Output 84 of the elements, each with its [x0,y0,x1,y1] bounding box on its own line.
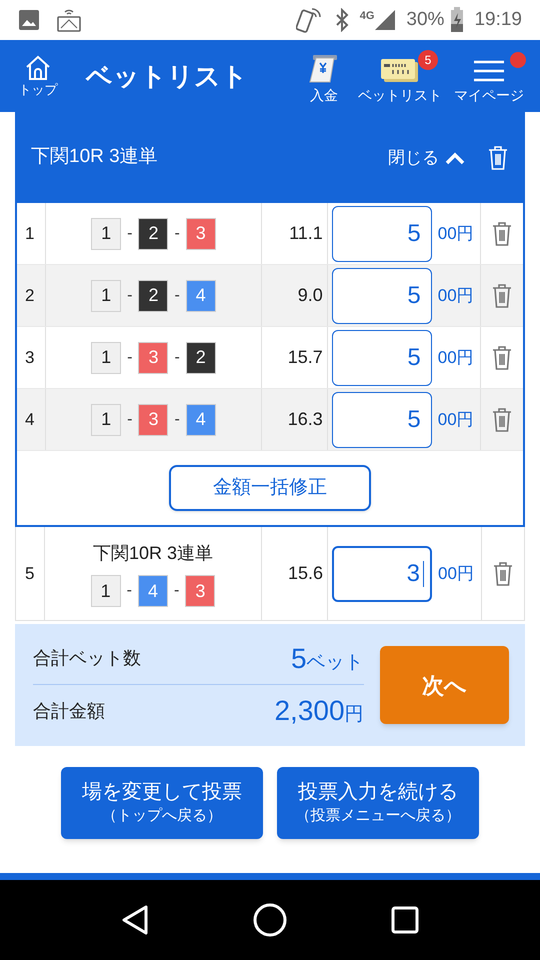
trash-icon[interactable] [491,344,514,370]
dash: - [126,581,132,601]
boat-number: 2 [138,218,168,250]
recent-apps-icon[interactable] [390,906,419,934]
chevron-icon [445,150,465,164]
boat-number: 3 [138,342,168,374]
image-icon [18,9,40,31]
race-title: 下関10R 3連単 [31,145,158,170]
total-amount: 2,300円 [274,694,364,728]
navigation-button[interactable]: 場を変更して投票 （トップへ戻る） [61,767,263,839]
collapse-toggle[interactable]: 閉じる [388,144,465,170]
signal-icon [374,9,396,31]
dash: - [174,581,180,601]
total-amount-label: 合計金額 [33,700,105,722]
boat-number: 1 [91,404,122,436]
dash: - [174,348,180,368]
amount-unit: 00円 [438,562,474,585]
boat-number: 2 [186,342,216,374]
trash-icon[interactable] [492,560,514,586]
dash: - [127,410,132,430]
trash-icon[interactable] [491,406,514,432]
bet-number: 5 [25,562,34,585]
home-button[interactable]: トップ [14,54,62,98]
dash: - [127,348,132,368]
amount-unit: 00円 [438,346,474,369]
trash-icon[interactable] [491,282,514,308]
dash: - [174,286,180,306]
amount-field[interactable]: 3 [332,546,432,602]
bet-count-label: 合計ベット数 [33,647,141,670]
bulk-edit-button[interactable]: 金額一括修正 [169,465,371,511]
odds: 16.3 [288,408,323,431]
amount-field[interactable]: 5 [332,330,432,386]
header-action[interactable]: マイページ [452,52,526,104]
header-action[interactable]: ベットリスト 5 [356,50,444,104]
home-icon [24,54,52,82]
text-caret [423,560,424,586]
clock: 19:19 [474,8,522,32]
amount-field[interactable]: 5 [332,392,432,448]
boat-number: 1 [91,342,122,374]
page-title: ベットリスト [86,60,248,92]
boat-number: 3 [186,218,216,250]
tv-icon [56,8,82,32]
bet-number: 3 [25,346,34,369]
network-type: 4G [360,9,374,24]
count-badge: 5 [418,50,438,70]
header-action[interactable]: 入金 [300,48,348,104]
menu-icon [472,58,506,84]
navigation-button[interactable]: 投票入力を続ける （投票メニューへ戻る） [277,767,479,839]
bet-count: 5ベット [290,642,364,676]
amount-field[interactable]: 5 [332,268,432,324]
amount-unit: 00円 [438,408,474,431]
boat-number: 4 [138,575,168,607]
amount-unit: 00円 [438,222,474,245]
dash: - [127,224,132,244]
amount-field[interactable]: 5 [332,206,432,262]
boat-number: 4 [186,404,216,436]
back-icon[interactable] [121,905,150,935]
next-button[interactable]: 次へ [380,646,509,724]
bet-number: 2 [25,284,34,307]
amount-unit: 00円 [438,284,474,307]
odds: 15.7 [288,346,323,369]
bet-number: 4 [25,408,34,431]
boat-number: 1 [91,280,122,312]
race-title: 下関10R 3連単 [92,542,214,565]
boat-number: 4 [186,280,216,312]
odds: 11.1 [289,222,323,245]
battery-percent: 30% [406,8,444,32]
dash: - [174,410,180,430]
battery-icon [450,7,464,33]
dash: - [174,224,180,244]
boat-number: 3 [185,575,216,607]
home-icon[interactable] [252,902,288,938]
trash-icon[interactable] [491,220,514,246]
boat-number: 1 [90,575,121,607]
bet-number: 1 [25,222,34,245]
odds: 15.6 [288,562,323,585]
boat-number: 2 [138,280,168,312]
dash: - [127,286,132,306]
ticket-icon [380,56,420,84]
nfc-phone-icon [296,5,324,35]
boat-number: 3 [138,404,168,436]
boat-number: 1 [91,218,122,250]
odds: 9.0 [298,284,323,307]
bluetooth-icon [334,8,350,32]
